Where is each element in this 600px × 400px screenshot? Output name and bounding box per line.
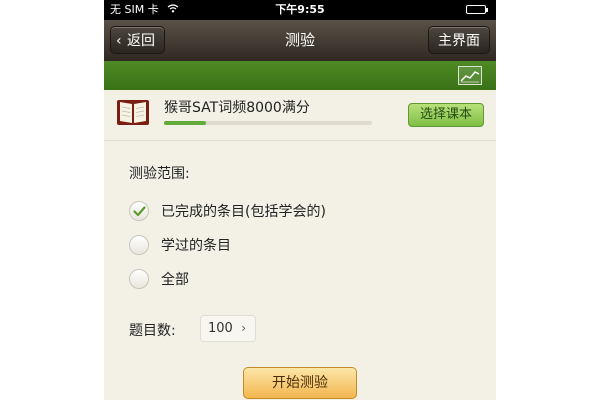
book-progress-fill <box>164 121 206 125</box>
status-time: 下午9:55 <box>275 3 325 16</box>
battery-icon <box>466 5 488 14</box>
green-toolbar <box>104 61 496 90</box>
option-all-items[interactable]: 全部 <box>129 267 189 291</box>
chevron-right-icon: › <box>241 321 246 335</box>
radio-button[interactable] <box>129 201 149 221</box>
option-completed-items[interactable]: 已完成的条目(包括学会的) <box>129 199 326 223</box>
book-progress-bar <box>164 121 372 125</box>
question-count-select[interactable]: 100 › <box>200 315 256 342</box>
phone-screen: 无 SIM 卡 下午9:55 ‹ 返回 测验 主界面 猴哥SAT词频8000满分… <box>104 0 496 400</box>
select-textbook-button[interactable]: 选择课本 <box>408 103 484 127</box>
quiz-range-label: 测验范围: <box>129 166 190 182</box>
option-studied-items[interactable]: 学过的条目 <box>129 233 231 257</box>
option-label: 全部 <box>161 272 189 288</box>
radio-button[interactable] <box>129 269 149 289</box>
question-count-label: 题目数: <box>129 323 176 339</box>
option-label: 已完成的条目(包括学会的) <box>161 204 326 220</box>
home-button[interactable]: 主界面 <box>428 26 490 54</box>
book-icon <box>116 97 150 131</box>
book-row: 猴哥SAT词频8000满分 选择课本 <box>104 90 496 141</box>
status-bar: 无 SIM 卡 下午9:55 <box>104 0 496 20</box>
book-title: 猴哥SAT词频8000满分 <box>164 100 310 116</box>
chart-icon[interactable] <box>458 66 482 85</box>
option-label: 学过的条目 <box>161 238 231 254</box>
question-count-value: 100 <box>208 321 233 336</box>
start-quiz-button[interactable]: 开始测验 <box>243 367 357 399</box>
navigation-bar: ‹ 返回 测验 主界面 <box>104 20 496 61</box>
radio-button[interactable] <box>129 235 149 255</box>
check-icon <box>133 206 146 217</box>
